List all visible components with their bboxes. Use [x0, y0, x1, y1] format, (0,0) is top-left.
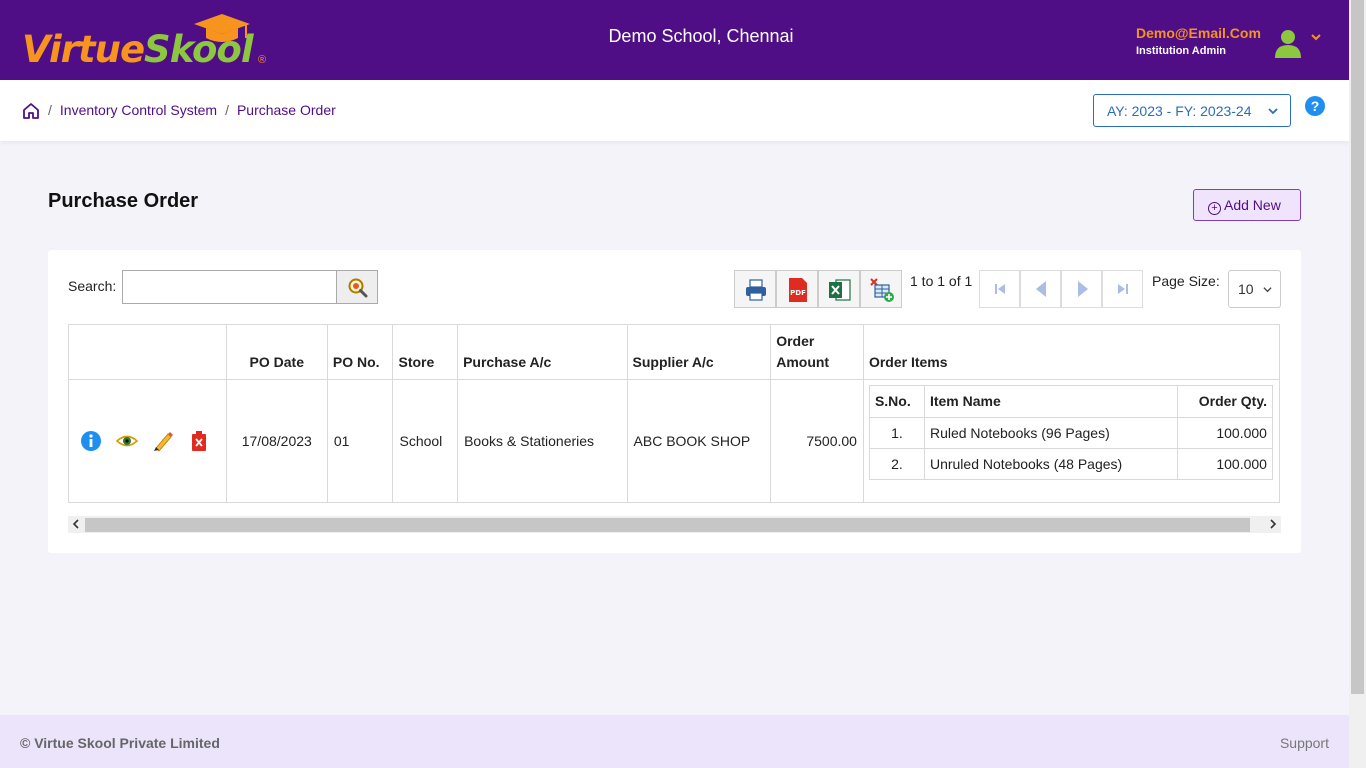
scrollbar-thumb[interactable] — [1351, 0, 1364, 694]
purchase-order-card: Search: PDF 1 to 1 of 1 Page Size: 10 PO… — [48, 250, 1301, 553]
purchase-ac-header[interactable]: Purchase A/c — [457, 324, 628, 380]
chevron-down-icon[interactable] — [1310, 31, 1322, 43]
plus-circle-icon: + — [1208, 202, 1221, 215]
edit-pencil-icon[interactable] — [152, 430, 174, 452]
table-row: 17/08/2023 01 School Books & Stationerie… — [68, 379, 1281, 503]
grid-add-icon — [870, 278, 894, 302]
previous-page-icon — [1036, 281, 1046, 297]
scroll-right-icon[interactable] — [1268, 519, 1278, 529]
breadcrumb-bar: / Inventory Control System / Purchase Order… — [0, 80, 1349, 141]
export-excel-button[interactable] — [818, 270, 860, 308]
item-name: Ruled Notebooks (96 Pages) — [923, 417, 1178, 449]
order-amount-header-line1: Order — [776, 333, 815, 349]
breadcrumb-item-purchase-order[interactable]: Purchase Order — [237, 102, 336, 118]
scroll-left-icon[interactable] — [71, 519, 81, 529]
top-header: VirtueSkool ® Demo School, Chennai Demo@… — [0, 0, 1349, 80]
page-size-label: Page Size: — [1152, 273, 1220, 289]
add-new-button[interactable]: + Add New — [1193, 189, 1301, 221]
chevron-down-icon — [1263, 287, 1272, 293]
svg-text:PDF: PDF — [790, 289, 806, 297]
pagination-info: 1 to 1 of 1 — [910, 273, 973, 289]
supplier-ac-cell: ABC BOOK SHOP — [626, 379, 772, 503]
print-button[interactable] — [734, 270, 776, 308]
item-name: Unruled Notebooks (48 Pages) — [923, 448, 1178, 480]
scrollbar-thumb[interactable] — [85, 518, 1250, 532]
search-input[interactable] — [122, 270, 338, 304]
sno-header: S.No. — [868, 385, 925, 418]
first-page-icon — [995, 284, 1005, 294]
po-date-header[interactable]: PO Date — [225, 324, 328, 380]
logo-wordmark: VirtueSkool — [22, 28, 254, 71]
column-settings-button[interactable] — [860, 270, 902, 308]
order-item-row: 1. Ruled Notebooks (96 Pages) 100.000 — [868, 417, 1273, 449]
order-item-row: 2. Unruled Notebooks (48 Pages) 100.000 — [868, 448, 1273, 480]
home-icon[interactable] — [22, 102, 40, 120]
store-header[interactable]: Store — [392, 324, 459, 380]
item-qty: 100.000 — [1176, 448, 1273, 480]
delete-icon[interactable] — [188, 430, 210, 452]
support-link[interactable]: Support — [1280, 735, 1329, 751]
actions-header — [68, 324, 227, 380]
last-page-button[interactable] — [1102, 270, 1143, 308]
pdf-icon: PDF — [789, 278, 807, 302]
chevron-down-icon — [1268, 108, 1278, 115]
breadcrumb: / Inventory Control System / Purchase Order — [48, 102, 336, 118]
next-page-button[interactable] — [1061, 270, 1102, 308]
logo-registered-mark: ® — [258, 54, 267, 66]
page-size-select[interactable]: 10 — [1228, 270, 1281, 308]
order-items-header-row: S.No. Item Name Order Qty. — [868, 385, 1273, 418]
page-title: Purchase Order — [48, 190, 199, 212]
order-items-table: S.No. Item Name Order Qty. 1. Ruled Note… — [868, 385, 1273, 480]
order-items-header: Order Items — [862, 324, 1281, 380]
page-size-value: 10 — [1238, 281, 1254, 297]
po-no-header[interactable]: PO No. — [326, 324, 394, 380]
breadcrumb-separator: / — [225, 102, 229, 118]
academic-year-select[interactable]: AY: 2023 - FY: 2023-24 — [1093, 94, 1291, 127]
first-page-button[interactable] — [979, 270, 1020, 308]
order-items-cell: S.No. Item Name Order Qty. 1. Ruled Note… — [862, 379, 1281, 503]
supplier-ac-header[interactable]: Supplier A/c — [626, 324, 772, 380]
row-actions — [68, 379, 227, 503]
printer-icon — [746, 279, 766, 301]
previous-page-button[interactable] — [1020, 270, 1061, 308]
table-header-row: PO Date PO No. Store Purchase A/c Suppli… — [68, 324, 1281, 380]
item-name-header: Item Name — [923, 385, 1178, 418]
purchase-order-table: PO Date PO No. Store Purchase A/c Suppli… — [68, 324, 1281, 503]
view-eye-icon[interactable] — [115, 430, 138, 452]
item-sno: 2. — [868, 448, 925, 480]
po-no-cell: 01 — [326, 379, 394, 503]
item-sno: 1. — [868, 417, 925, 449]
excel-icon — [829, 279, 851, 301]
user-avatar-icon[interactable] — [1274, 28, 1302, 58]
help-icon[interactable]: ? — [1305, 96, 1325, 116]
page-footer: © Virtue Skool Private Limited Support — [0, 715, 1349, 768]
breadcrumb-item-inventory-control-system[interactable]: Inventory Control System — [60, 102, 217, 118]
magnifier-icon — [348, 278, 368, 298]
school-name: Demo School, Chennai — [608, 26, 794, 46]
copyright-text: © Virtue Skool Private Limited — [20, 735, 220, 751]
purchase-ac-cell: Books & Stationeries — [457, 379, 628, 503]
academic-year-value: AY: 2023 - FY: 2023-24 — [1107, 103, 1252, 119]
table-horizontal-scrollbar[interactable] — [68, 516, 1281, 533]
order-amount-cell: 7500.00 — [770, 379, 864, 503]
next-page-icon — [1078, 281, 1088, 297]
order-qty-header: Order Qty. — [1176, 385, 1273, 418]
page-vertical-scrollbar[interactable] — [1349, 0, 1366, 768]
last-page-icon — [1118, 284, 1128, 294]
search-label: Search: — [68, 278, 117, 294]
export-pdf-button[interactable]: PDF — [776, 270, 818, 308]
add-new-label: Add New — [1224, 197, 1281, 213]
breadcrumb-separator: / — [48, 102, 52, 118]
store-cell: School — [392, 379, 459, 503]
info-icon[interactable] — [80, 430, 102, 452]
user-role: Institution Admin — [1136, 45, 1227, 57]
order-amount-header-line2: Amount — [776, 354, 830, 370]
virtue-skool-logo[interactable]: VirtueSkool ® — [22, 14, 272, 70]
user-email[interactable]: Demo@Email.Com — [1136, 25, 1261, 41]
item-qty: 100.000 — [1176, 417, 1273, 449]
po-date-cell: 17/08/2023 — [225, 379, 328, 503]
order-amount-header[interactable]: Order Amount — [770, 324, 864, 380]
search-button[interactable] — [336, 270, 378, 304]
